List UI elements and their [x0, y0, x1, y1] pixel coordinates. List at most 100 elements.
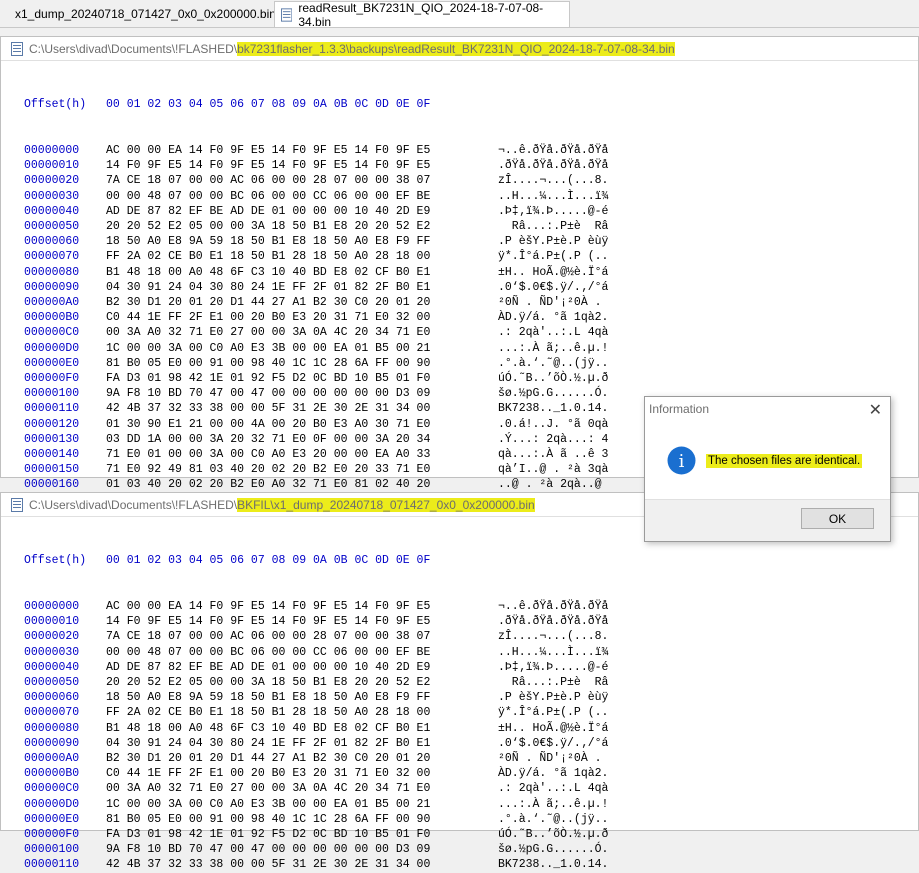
row-ascii[interactable]: BK7238.._1.0.14.: [498, 858, 608, 871]
row-bytes[interactable]: 7A CE 18 07 00 00 AC 06 00 00 28 07 00 0…: [106, 629, 498, 644]
hex-row[interactable]: 00000060 18 50 A0 E8 9A 59 18 50 B1 E8 18…: [24, 234, 608, 249]
hex-row[interactable]: 00000160 01 03 40 20 02 20 B2 E0 A0 32 71…: [24, 477, 608, 492]
hex-row[interactable]: 00000050 20 20 52 E2 05 00 00 3A 18 50 B1…: [24, 675, 608, 690]
row-bytes[interactable]: 00 3A A0 32 71 E0 27 00 00 3A 0A 4C 20 3…: [106, 325, 498, 340]
hex-row[interactable]: 00000110 42 4B 37 32 33 38 00 00 5F 31 2E…: [24, 857, 608, 872]
row-ascii[interactable]: .0‘$.0€$.ÿ/.‚/°á: [498, 281, 608, 294]
hex-row[interactable]: 00000090 04 30 91 24 04 30 80 24 1E FF 2F…: [24, 280, 608, 295]
hex-row[interactable]: 00000000 AC 00 00 EA 14 F0 9F E5 14 F0 9F…: [24, 143, 608, 158]
row-bytes[interactable]: 03 DD 1A 00 00 3A 20 32 71 E0 0F 00 00 3…: [106, 432, 498, 447]
row-ascii[interactable]: ²0Ñ . ÑD'¡²0À .: [498, 296, 608, 309]
hex-row[interactable]: 00000030 00 00 48 07 00 00 BC 06 00 00 CC…: [24, 645, 608, 660]
row-bytes[interactable]: B2 30 D1 20 01 20 D1 44 27 A1 B2 30 C0 2…: [106, 295, 498, 310]
row-ascii[interactable]: .°.à.‘.˜@..(jÿ..: [498, 357, 608, 370]
close-icon[interactable]: ✕: [869, 400, 882, 420]
hex-row[interactable]: 000000D0 1C 00 00 3A 00 C0 A0 E3 3B 00 00…: [24, 341, 608, 356]
row-ascii[interactable]: ..@ . ²à 2qà..@: [498, 478, 608, 491]
row-ascii[interactable]: ÀD.ÿ/á. °ã 1qà2.: [498, 767, 608, 780]
row-bytes[interactable]: AC 00 00 EA 14 F0 9F E5 14 F0 9F E5 14 F…: [106, 599, 498, 614]
hex-row[interactable]: 00000070 FF 2A 02 CE B0 E1 18 50 B1 28 18…: [24, 705, 608, 720]
row-ascii[interactable]: ..H...¼...Ì...ï¾: [498, 190, 608, 203]
row-ascii[interactable]: ÿ*.Î°á.P±(.P (..: [498, 250, 608, 263]
hex-row[interactable]: 00000110 42 4B 37 32 33 38 00 00 5F 31 2E…: [24, 401, 608, 416]
row-ascii[interactable]: zÎ....¬...(...8.: [498, 630, 608, 643]
hex-row[interactable]: 000000B0 C0 44 1E FF 2F E1 00 20 B0 E3 20…: [24, 766, 608, 781]
row-ascii[interactable]: .P èšY.P±è.P èùÿ: [498, 235, 608, 248]
information-dialog[interactable]: Information ✕ i The chosen files are ide…: [644, 396, 891, 542]
row-bytes[interactable]: 14 F0 9F E5 14 F0 9F E5 14 F0 9F E5 14 F…: [106, 158, 498, 173]
row-ascii[interactable]: ÿ*.Î°á.P±(.P (..: [498, 706, 608, 719]
row-ascii[interactable]: .0.á!..J. °ã 0qà: [498, 418, 608, 431]
hex-row[interactable]: 00000030 00 00 48 07 00 00 BC 06 00 00 CC…: [24, 189, 608, 204]
row-bytes[interactable]: 04 30 91 24 04 30 80 24 1E FF 2F 01 82 2…: [106, 280, 498, 295]
hex-row[interactable]: 000000A0 B2 30 D1 20 01 20 D1 44 27 A1 B2…: [24, 751, 608, 766]
row-bytes[interactable]: FF 2A 02 CE B0 E1 18 50 B1 28 18 50 A0 2…: [106, 249, 498, 264]
row-ascii[interactable]: .Þ‡‚ï¾.Þ.....@-é: [498, 205, 608, 218]
hex-row[interactable]: 000000E0 81 B0 05 E0 00 91 00 98 40 1C 1C…: [24, 812, 608, 827]
row-ascii[interactable]: úÓ.˜B..’õÒ.½.µ.ð: [498, 372, 608, 385]
row-bytes[interactable]: 01 03 40 20 02 20 B2 E0 A0 32 71 E0 81 0…: [106, 477, 498, 492]
row-bytes[interactable]: 18 50 A0 E8 9A 59 18 50 B1 E8 18 50 A0 E…: [106, 234, 498, 249]
hex-row[interactable]: 000000F0 FA D3 01 98 42 1E 01 92 F5 D2 0C…: [24, 827, 608, 842]
row-bytes[interactable]: B1 48 18 00 A0 48 6F C3 10 40 BD E8 02 C…: [106, 265, 498, 280]
row-ascii[interactable]: ..H...¼...Ì...ï¾: [498, 646, 608, 659]
row-ascii[interactable]: Râ...:.P±è Râ: [498, 220, 609, 233]
hex-row[interactable]: 00000130 03 DD 1A 00 00 3A 20 32 71 E0 0F…: [24, 432, 608, 447]
hex-row[interactable]: 00000040 AD DE 87 82 EF BE AD DE 01 00 00…: [24, 660, 608, 675]
row-bytes[interactable]: 81 B0 05 E0 00 91 00 98 40 1C 1C 28 6A F…: [106, 812, 498, 827]
row-bytes[interactable]: 81 B0 05 E0 00 91 00 98 40 1C 1C 28 6A F…: [106, 356, 498, 371]
hex-row[interactable]: 00000070 FF 2A 02 CE B0 E1 18 50 B1 28 18…: [24, 249, 608, 264]
row-bytes[interactable]: 00 00 48 07 00 00 BC 06 00 00 CC 06 00 0…: [106, 645, 498, 660]
row-ascii[interactable]: BK7238.._1.0.14.: [498, 402, 608, 415]
hex-pane-bottom[interactable]: C:\Users\divad\Documents\!FLASHED\ BKFIL\…: [0, 492, 919, 871]
row-bytes[interactable]: 20 20 52 E2 05 00 00 3A 18 50 B1 E8 20 2…: [106, 219, 498, 234]
row-ascii[interactable]: .°.à.‘.˜@..(jÿ..: [498, 813, 608, 826]
row-ascii[interactable]: ²0Ñ . ÑD'¡²0À .: [498, 752, 608, 765]
hex-view[interactable]: Offset(h) 00 01 02 03 04 05 06 07 08 09 0…: [24, 67, 608, 508]
row-ascii[interactable]: ...:.À ã;..ê.µ.!: [498, 342, 608, 355]
row-ascii[interactable]: .: 2qà'..:.L 4qà: [498, 326, 608, 339]
row-bytes[interactable]: FF 2A 02 CE B0 E1 18 50 B1 28 18 50 A0 2…: [106, 705, 498, 720]
row-ascii[interactable]: ÀD.ÿ/á. °ã 1qà2.: [498, 311, 608, 324]
row-ascii[interactable]: qà...:.À ã ..ê 3: [498, 448, 608, 461]
row-bytes[interactable]: 71 E0 01 00 00 3A 00 C0 A0 E3 20 00 00 E…: [106, 447, 498, 462]
tab-read-result[interactable]: readResult_BK7231N_QIO_2024-18-7-07-08-3…: [274, 1, 570, 29]
row-ascii[interactable]: šø.½pG.G......Ó.: [498, 387, 608, 400]
row-ascii[interactable]: .0‘$.0€$.ÿ/.‚/°á: [498, 737, 608, 750]
row-bytes[interactable]: 9A F8 10 BD 70 47 00 47 00 00 00 00 00 0…: [106, 842, 498, 857]
hex-row[interactable]: 00000080 B1 48 18 00 A0 48 6F C3 10 40 BD…: [24, 721, 608, 736]
row-bytes[interactable]: 00 00 48 07 00 00 BC 06 00 00 CC 06 00 0…: [106, 189, 498, 204]
row-bytes[interactable]: C0 44 1E FF 2F E1 00 20 B0 E3 20 31 71 E…: [106, 310, 498, 325]
row-ascii[interactable]: .Þ‡‚ï¾.Þ.....@-é: [498, 661, 608, 674]
row-bytes[interactable]: 1C 00 00 3A 00 C0 A0 E3 3B 00 00 EA 01 B…: [106, 341, 498, 356]
row-ascii[interactable]: .: 2qà'..:.L 4qà: [498, 782, 608, 795]
row-bytes[interactable]: 14 F0 9F E5 14 F0 9F E5 14 F0 9F E5 14 F…: [106, 614, 498, 629]
hex-row[interactable]: 00000010 14 F0 9F E5 14 F0 9F E5 14 F0 9F…: [24, 158, 608, 173]
row-bytes[interactable]: 01 30 90 E1 21 00 00 4A 00 20 B0 E3 A0 3…: [106, 417, 498, 432]
hex-row[interactable]: 00000060 18 50 A0 E8 9A 59 18 50 B1 E8 18…: [24, 690, 608, 705]
row-bytes[interactable]: 18 50 A0 E8 9A 59 18 50 B1 E8 18 50 A0 E…: [106, 690, 498, 705]
hex-row[interactable]: 000000B0 C0 44 1E FF 2F E1 00 20 B0 E3 20…: [24, 310, 608, 325]
row-ascii[interactable]: úÓ.˜B..’õÒ.½.µ.ð: [498, 828, 608, 841]
row-bytes[interactable]: 42 4B 37 32 33 38 00 00 5F 31 2E 30 2E 3…: [106, 401, 498, 416]
hex-view[interactable]: Offset(h) 00 01 02 03 04 05 06 07 08 09 0…: [24, 523, 608, 873]
row-bytes[interactable]: 04 30 91 24 04 30 80 24 1E FF 2F 01 82 2…: [106, 736, 498, 751]
row-bytes[interactable]: C0 44 1E FF 2F E1 00 20 B0 E3 20 31 71 E…: [106, 766, 498, 781]
row-ascii[interactable]: ...:.À ã;..ê.µ.!: [498, 798, 608, 811]
row-ascii[interactable]: ¬..ê.ðŸå.ðŸå.ðŸå: [498, 600, 608, 613]
row-bytes[interactable]: 1C 00 00 3A 00 C0 A0 E3 3B 00 00 EA 01 B…: [106, 797, 498, 812]
hex-row[interactable]: 00000100 9A F8 10 BD 70 47 00 47 00 00 00…: [24, 842, 608, 857]
row-ascii[interactable]: qà’I..@ . ²à 3qà: [498, 463, 608, 476]
row-bytes[interactable]: B2 30 D1 20 01 20 D1 44 27 A1 B2 30 C0 2…: [106, 751, 498, 766]
row-bytes[interactable]: AD DE 87 82 EF BE AD DE 01 00 00 00 10 4…: [106, 204, 498, 219]
hex-row[interactable]: 00000050 20 20 52 E2 05 00 00 3A 18 50 B1…: [24, 219, 608, 234]
row-bytes[interactable]: 00 3A A0 32 71 E0 27 00 00 3A 0A 4C 20 3…: [106, 781, 498, 796]
hex-row[interactable]: 00000090 04 30 91 24 04 30 80 24 1E FF 2F…: [24, 736, 608, 751]
row-bytes[interactable]: 42 4B 37 32 33 38 00 00 5F 31 2E 30 2E 3…: [106, 857, 498, 872]
hex-row[interactable]: 00000010 14 F0 9F E5 14 F0 9F E5 14 F0 9F…: [24, 614, 608, 629]
hex-row[interactable]: 000000E0 81 B0 05 E0 00 91 00 98 40 1C 1C…: [24, 356, 608, 371]
hex-row[interactable]: 00000150 71 E0 92 49 81 03 40 20 02 20 B2…: [24, 462, 608, 477]
hex-row[interactable]: 00000080 B1 48 18 00 A0 48 6F C3 10 40 BD…: [24, 265, 608, 280]
hex-row[interactable]: 00000040 AD DE 87 82 EF BE AD DE 01 00 00…: [24, 204, 608, 219]
ok-button[interactable]: OK: [801, 508, 874, 529]
